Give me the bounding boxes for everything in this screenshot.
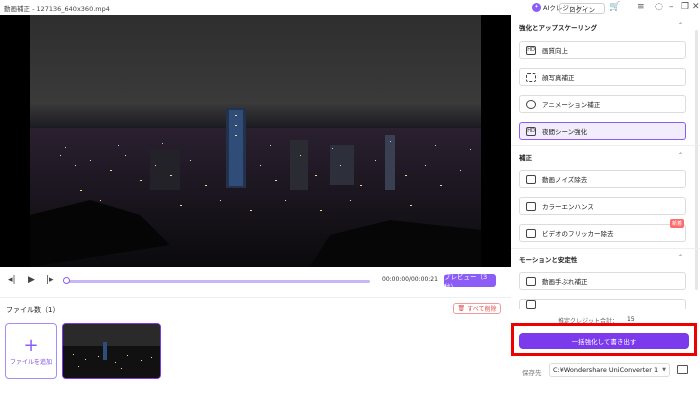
title-bar: 動画補正 - 127136_640x360.mp4 ✦ AIクレジット： ログイ… [0,0,700,15]
trash-icon: 🗑 [457,305,466,312]
option-denoise[interactable]: 動画ノイズ除去 [519,170,686,188]
login-button[interactable]: ログイン [559,3,605,14]
delete-all-button[interactable]: 🗑 すべて削除 [453,303,501,314]
option-label: ビデオのフリッカー除去 [542,230,614,238]
play-icon[interactable]: ▶ [28,275,35,285]
ai-credit-icon: ✦ [532,2,541,12]
section-title-correction: 補正 [519,154,532,162]
new-badge: 新着 [669,219,684,228]
option-icon [526,300,536,309]
window-title: 動画補正 - 127136_640x360.mp4 [4,5,110,13]
preview-button[interactable]: プレビュー（3秒） [444,273,496,291]
chat-icon[interactable]: ◌ [655,2,663,13]
panel-scrollbar[interactable] [695,30,698,290]
color-icon [526,201,536,211]
hd-icon: HD [526,45,536,55]
add-file-button[interactable]: + ファイルを追加 [5,323,57,379]
collapse-enhance-icon[interactable]: ⌃ [678,22,683,29]
option-color-enhance[interactable]: カラーエンハンス [519,197,686,215]
player-controls: ◂| ▶ |▸ 00:00:00/00:00:21 プレビュー（3秒） [0,267,511,295]
option-label: 動画ノイズ除去 [542,176,588,184]
option-night-enhance[interactable]: HD 夜間シーン強化 [519,122,686,140]
close-icon[interactable]: ✕ [692,2,700,13]
option-flicker-removal[interactable]: ビデオのフリッカー除去 新着 [519,219,686,242]
save-location-label: 保存先 [522,369,542,377]
minimize-icon[interactable]: – [669,2,674,13]
night-hd-icon: HD [526,126,536,136]
option-label: 夜間シーン強化 [542,128,588,136]
option-stabilize[interactable]: 動画手ぶれ補正 [519,272,686,290]
option-partially-hidden[interactable] [519,299,686,309]
collapse-motion-icon[interactable]: ⌃ [678,254,683,261]
video-player[interactable] [0,15,511,267]
next-frame-icon[interactable]: |▸ [46,275,54,285]
credit-total-value: 15 [627,316,635,323]
folder-icon[interactable] [677,365,688,374]
save-path-value: C:¥Wondershare UniConverter 1 [553,366,659,374]
restore-icon[interactable]: ❐ [681,2,689,13]
menu-icon[interactable]: ≡ [637,2,645,13]
cart-icon[interactable]: 🛒 [609,2,620,13]
stabilize-icon [526,276,536,286]
option-label: カラーエンハンス [542,203,594,211]
flicker-icon [526,228,536,238]
export-button[interactable]: 一括強化して書き出す [519,333,689,349]
previous-frame-icon[interactable]: ◂| [8,275,16,285]
option-label: アニメーション補正 [542,101,601,109]
option-quality-upscale[interactable]: HD 画質向上 [519,41,686,59]
thumbnail-image [63,324,160,378]
progress-knob[interactable] [63,277,70,284]
face-icon [526,72,536,82]
video-frame [30,15,481,267]
divider [511,248,700,249]
plus-icon: + [23,334,39,356]
option-label: 顔写真補正 [542,74,575,82]
option-label: 画質向上 [542,47,568,55]
option-anime-restore[interactable]: アニメーション補正 [519,95,686,113]
file-count: ファイル数（1） [6,306,60,314]
option-label: 動画手ぶれ補正 [542,278,588,286]
divider [511,145,700,146]
section-title-enhance: 強化とアップスケーリング [519,24,597,32]
add-file-label: ファイルを追加 [9,358,52,366]
file-thumbnail[interactable] [62,323,161,379]
chevron-down-icon: ▼ [662,367,666,373]
progress-bar[interactable] [66,280,370,283]
section-title-motion: モーションと安定性 [519,256,578,264]
anime-icon [526,99,536,109]
file-area: ファイル数（1） 🗑 すべて削除 + ファイルを追加 [0,297,511,401]
denoise-icon [526,174,536,184]
timecode: 00:00:00/00:00:21 [382,276,438,283]
night-city-image [30,15,481,267]
option-face-restore[interactable]: 顔写真補正 [519,68,686,86]
save-path-select[interactable]: C:¥Wondershare UniConverter 1 ▼ [549,363,670,377]
delete-all-label: すべて削除 [467,306,497,313]
collapse-correction-icon[interactable]: ⌃ [678,152,683,159]
